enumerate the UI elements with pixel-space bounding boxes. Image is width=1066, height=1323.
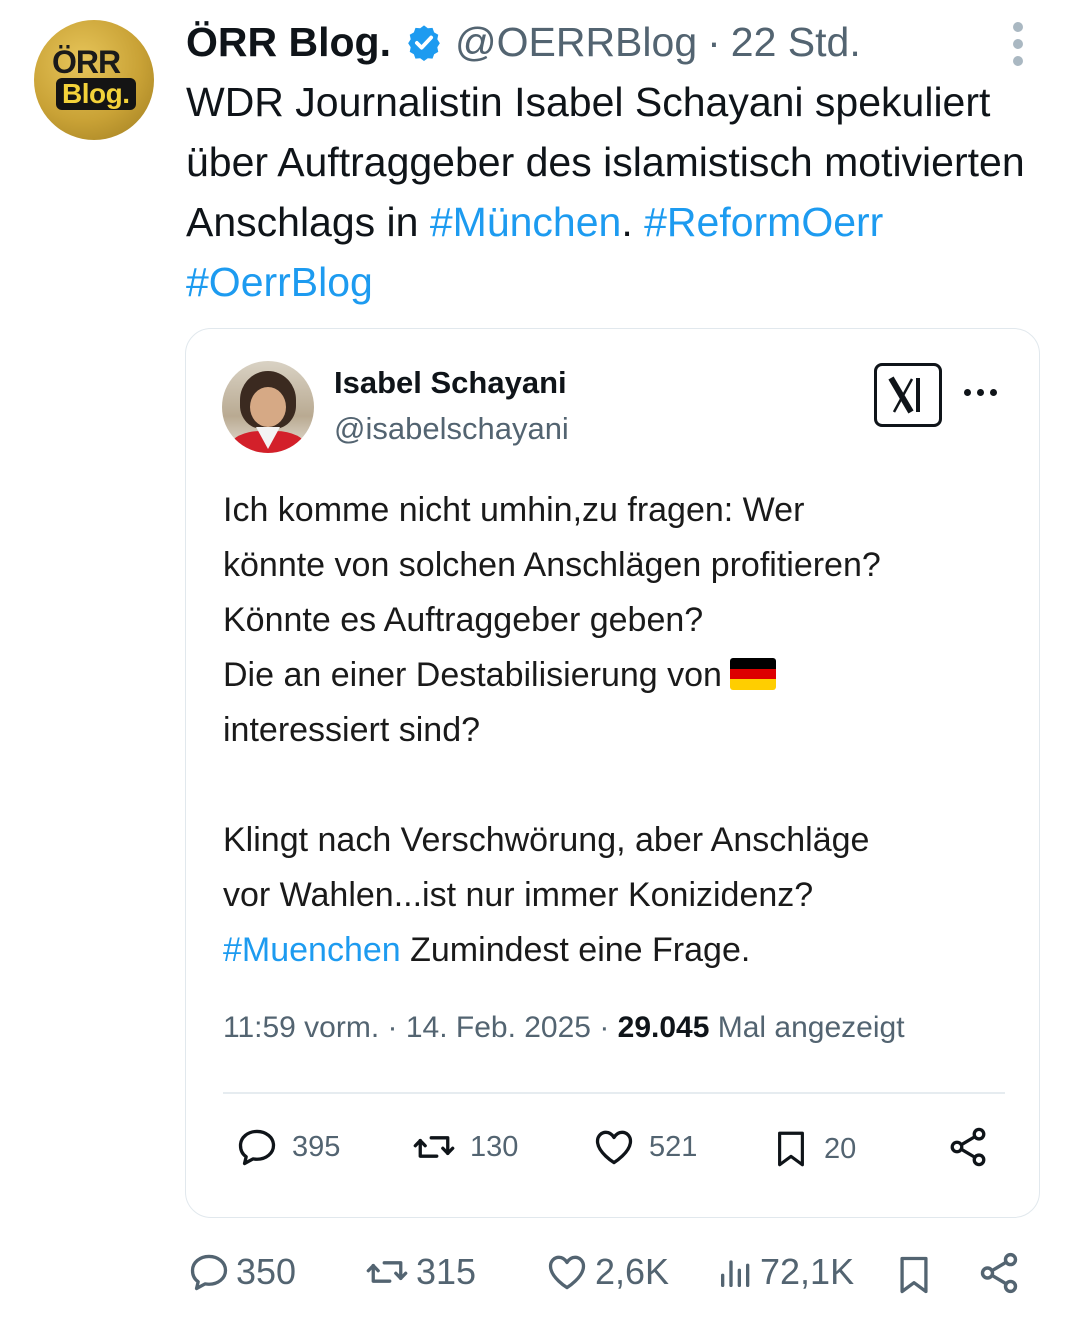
verified-badge-icon <box>408 25 440 61</box>
tweet-time[interactable]: 22 Std. <box>731 19 861 66</box>
quoted-bookmark-count: 20 <box>824 1132 857 1165</box>
retweet-button[interactable]: 315 <box>362 1250 476 1294</box>
quoted-share-button[interactable] <box>946 1125 1002 1169</box>
quoted-tweet-text: Ich komme nicht umhin,zu fragen: Wer kön… <box>223 483 1023 978</box>
retweet-icon <box>366 1261 408 1283</box>
bookmark-icon <box>778 1131 804 1167</box>
quoted-last-line: #Muenchen Zumindest eine Frage. <box>223 923 1023 978</box>
reply-icon <box>190 1254 228 1291</box>
hashtag-muenchen-link[interactable]: #München <box>430 199 621 245</box>
retweet-count: 315 <box>416 1251 477 1292</box>
heart-icon <box>595 1130 633 1165</box>
x-logo-icon <box>874 363 942 427</box>
like-count: 2,6K <box>595 1251 670 1292</box>
quoted-line: Klingt nach Verschwörung, aber Anschläge <box>223 821 870 859</box>
quoted-line: vor Wahlen...ist nur immer Konizidenz? <box>223 876 814 914</box>
tweet-text: WDR Journalistin Isabel Schayani spekuli… <box>186 72 1026 312</box>
quoted-line: könnte von solchen Anschlägen profitiere… <box>223 546 881 584</box>
germany-flag-icon <box>729 658 776 690</box>
author-avatar[interactable]: ÖRR Blog. <box>34 20 154 140</box>
quoted-line-rest: Zumindest eine Frage. <box>400 931 751 969</box>
quoted-author-avatar[interactable] <box>222 361 314 453</box>
quoted-tweet-card[interactable]: Isabel Schayani @isabelschayani Ich komm… <box>185 328 1040 1218</box>
quoted-author-handle[interactable]: @isabelschayani <box>334 411 569 447</box>
hashtag-oerrblog-link[interactable]: #OerrBlog <box>186 259 373 305</box>
quoted-timestamp[interactable]: 11:59 vorm. · 14. Feb. 2025 · <box>223 1011 618 1044</box>
share-icon <box>950 1127 986 1167</box>
quoted-meta: 11:59 vorm. · 14. Feb. 2025 · 29.045 Mal… <box>223 1011 905 1045</box>
avatar-logo-text-bottom: Blog. <box>56 78 136 110</box>
tweet-header: ÖRR Blog. @OERRBlog · 22 Std. <box>186 16 861 68</box>
bookmark-button[interactable] <box>892 1250 940 1300</box>
quoted-retweet-count: 130 <box>470 1130 519 1163</box>
quoted-line: Ich komme nicht umhin,zu fragen: Wer <box>223 491 805 529</box>
view-count: 72,1K <box>760 1251 855 1292</box>
like-button[interactable]: 2,6K <box>543 1250 669 1294</box>
quoted-line: interessiert sind? <box>223 711 481 749</box>
views-button[interactable]: 72,1K <box>716 1250 854 1294</box>
quoted-like-button[interactable]: 521 <box>591 1125 697 1169</box>
quoted-author-name[interactable]: Isabel Schayani <box>334 365 567 401</box>
bookmark-icon <box>900 1256 928 1294</box>
share-icon <box>980 1252 1018 1294</box>
quoted-line-with-flag: Die an einer Destabilisierung von <box>223 648 1023 703</box>
more-options-icon[interactable] <box>1008 22 1028 66</box>
hashtag-reformoerr-link[interactable]: #ReformOerr <box>644 199 883 245</box>
reply-count: 350 <box>236 1251 297 1292</box>
tweet-punctuation: . <box>621 199 645 245</box>
quoted-like-count: 521 <box>649 1130 698 1163</box>
author-handle[interactable]: @OERRBlog <box>455 19 697 66</box>
author-display-name[interactable]: ÖRR Blog. <box>186 19 391 66</box>
quoted-reply-count: 395 <box>292 1130 341 1163</box>
heart-icon <box>548 1255 586 1290</box>
quoted-line: Die an einer Destabilisierung von <box>223 656 722 694</box>
reply-icon <box>238 1129 276 1166</box>
views-chart-icon <box>721 1260 750 1287</box>
retweet-icon <box>413 1136 455 1158</box>
quoted-reply-button[interactable]: 395 <box>234 1125 340 1169</box>
paragraph-break <box>223 758 1023 813</box>
avatar-logo-text-top: ÖRR <box>52 44 121 80</box>
share-button[interactable] <box>976 1250 1026 1296</box>
quoted-view-label: Mal angezeigt <box>709 1011 905 1044</box>
quoted-line: Könnte es Auftraggeber geben? <box>223 601 704 639</box>
quoted-view-count: 29.045 <box>617 1011 710 1044</box>
quoted-retweet-button[interactable]: 130 <box>410 1125 518 1169</box>
quoted-more-icon[interactable] <box>964 389 1004 399</box>
hashtag-muenchen-quoted-link[interactable]: #Muenchen <box>223 931 401 969</box>
meta-separator: · <box>707 18 721 65</box>
quoted-bookmark-button[interactable]: 20 <box>770 1125 856 1173</box>
quoted-divider <box>223 1092 1005 1094</box>
reply-button[interactable]: 350 <box>186 1250 296 1294</box>
